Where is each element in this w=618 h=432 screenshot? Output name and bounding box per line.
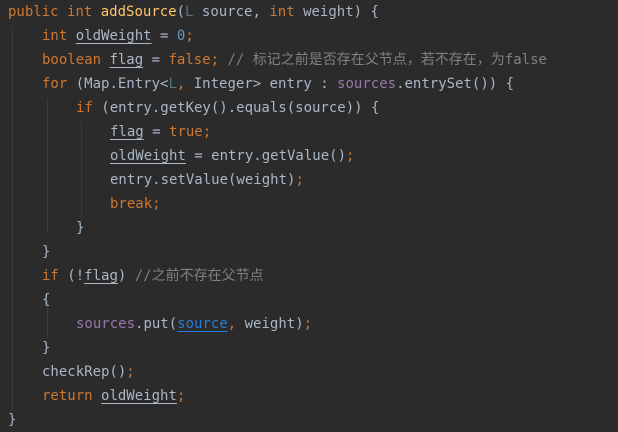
code-token: =	[143, 124, 170, 140]
code-token: ;	[202, 124, 212, 140]
code-line[interactable]: public int addSource(L source, int weigh…	[8, 0, 379, 24]
code-token: ;	[152, 196, 161, 212]
code-token: ;	[346, 148, 355, 164]
code-token: ;	[185, 28, 194, 44]
code-token: source,	[193, 4, 270, 20]
code-token: int	[42, 28, 68, 44]
indent-guide	[12, 26, 13, 410]
code-token: // 标记之前是否存在父节点，若不存在，为false	[227, 52, 547, 68]
code-token: public	[8, 4, 59, 20]
code-token: flag	[109, 52, 144, 68]
code-line[interactable]: boolean flag = false; // 标记之前是否存在父节点，若不存…	[42, 48, 547, 72]
code-token: oldWeight	[101, 388, 177, 404]
code-token: = entry.getValue()	[185, 148, 347, 164]
code-line[interactable]: checkRep();	[42, 360, 135, 384]
code-token: oldWeight	[110, 148, 186, 164]
code-token: false	[168, 52, 211, 68]
code-token: return	[42, 388, 93, 404]
code-token: ;	[176, 388, 186, 404]
code-token: if	[42, 268, 59, 284]
code-token: true	[169, 124, 203, 140]
code-token: boolean	[42, 52, 102, 68]
code-token: if	[76, 100, 93, 116]
code-line[interactable]: }	[42, 336, 50, 360]
code-line[interactable]: if (entry.getKey().equals(source)) {	[76, 96, 379, 120]
code-token: =	[143, 52, 169, 68]
code-token: )	[117, 268, 135, 284]
code-token: }	[42, 244, 51, 260]
code-token: entry.setValue(weight)	[110, 172, 296, 188]
code-token: (Map.Entry<	[67, 76, 169, 92]
code-token: addSource	[100, 4, 177, 20]
code-token: flag	[110, 124, 144, 140]
code-line[interactable]: int oldWeight = 0;	[42, 24, 194, 48]
code-token: }	[42, 340, 51, 356]
code-token: //之前不存在父节点	[134, 268, 264, 284]
code-line[interactable]: {	[42, 288, 50, 312]
code-line[interactable]: for (Map.Entry<L, Integer> entry : sourc…	[42, 72, 514, 96]
code-line[interactable]: oldWeight = entry.getValue();	[110, 144, 354, 168]
code-line[interactable]: }	[76, 216, 84, 240]
code-line[interactable]: }	[42, 240, 50, 264]
code-token: }	[8, 412, 17, 428]
code-line[interactable]: }	[8, 408, 16, 432]
code-line[interactable]: entry.setValue(weight);	[110, 168, 304, 192]
code-token: (	[176, 4, 186, 20]
code-token: weight) {	[294, 4, 379, 20]
code-token: =	[151, 28, 177, 44]
code-token: .put(	[135, 316, 178, 332]
code-token: ;	[126, 364, 135, 380]
code-token: (!	[58, 268, 85, 284]
indent-guide	[81, 122, 82, 222]
code-token: (entry.getKey().equals(source)) {	[92, 100, 380, 116]
indent-guide	[47, 98, 48, 232]
code-token: flag	[84, 268, 118, 284]
code-token: source	[177, 316, 228, 332]
code-editor[interactable]: public int addSource( L source, int weigh…	[0, 0, 618, 429]
code-line[interactable]: flag = true;	[110, 120, 211, 144]
code-token: checkRep()	[42, 364, 127, 380]
code-token: break	[110, 196, 153, 212]
code-line[interactable]: if (!flag) //之前不存在父节点	[42, 264, 264, 288]
code-line[interactable]: return oldWeight;	[42, 384, 185, 408]
code-token: Integer> entry :	[185, 76, 338, 92]
code-token: ;	[295, 172, 304, 188]
code-token: sources	[76, 316, 136, 332]
code-token: for	[42, 76, 68, 92]
code-token: int	[269, 4, 295, 20]
code-token: oldWeight	[75, 28, 152, 44]
code-line[interactable]: break;	[110, 192, 161, 216]
code-token: L	[168, 76, 177, 92]
code-token: sources	[337, 76, 397, 92]
code-token: }	[76, 220, 85, 236]
code-line[interactable]: sources.put(source, weight);	[76, 312, 312, 336]
code-token: int	[67, 4, 93, 20]
code-token: ,	[227, 316, 237, 332]
code-token: weight)	[236, 316, 304, 332]
code-token: .entrySet()) {	[396, 76, 515, 92]
code-token: ;	[303, 316, 313, 332]
code-token: {	[42, 292, 51, 308]
code-token: ;	[210, 52, 220, 68]
